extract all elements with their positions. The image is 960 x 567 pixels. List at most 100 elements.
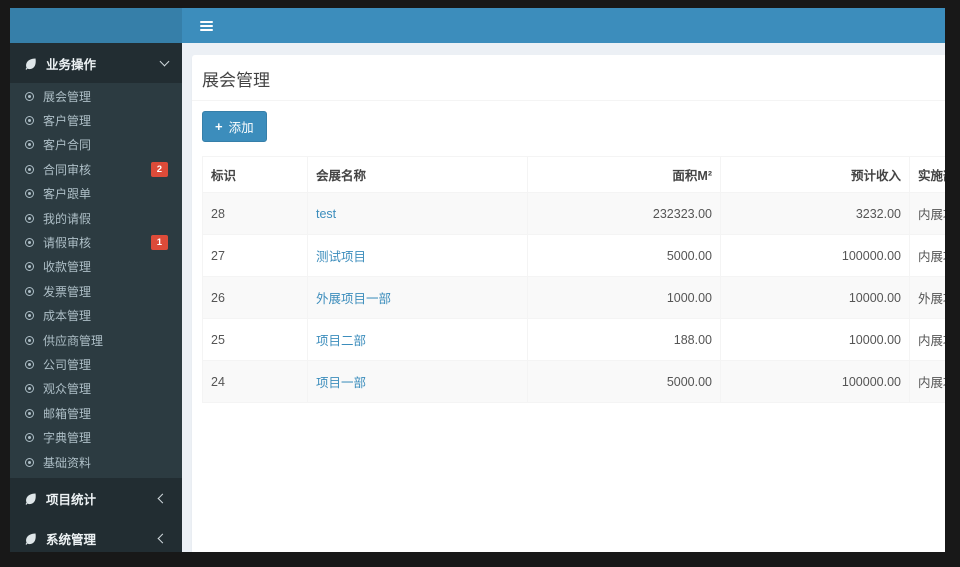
sidebar-item-label: 客户管理 xyxy=(43,114,92,129)
cell-exhibition-name: 项目二部 xyxy=(307,318,528,361)
exhibition-link[interactable]: 测试项目 xyxy=(316,250,366,264)
sidebar-item[interactable]: 请假审核 1 xyxy=(10,230,182,254)
body-row: 业务操作展会管理客户管理客户合同合同审核 2 客户跟单我的请假请假审核 1 收款管理发票… xyxy=(10,43,945,552)
card-header: 展会管理 xyxy=(192,55,945,101)
sidebar-item-label: 请假审核 xyxy=(43,236,92,251)
card-body: + 添加 标识会展名称面积M²预计收入实施部门 28 test 232323.003… xyxy=(192,101,945,413)
sidebar-item[interactable]: 供应商管理 xyxy=(10,328,182,352)
cell-income: 10000.00 xyxy=(720,276,910,319)
cell-id: 25 xyxy=(202,318,308,361)
column-header: 会展名称 xyxy=(307,156,528,193)
bullseye-icon xyxy=(25,213,34,223)
exhibition-link[interactable]: 项目一部 xyxy=(316,376,366,390)
sidebar-item-label: 客户跟单 xyxy=(43,187,92,202)
sidebar-section-header[interactable]: 项目统计 xyxy=(10,478,182,518)
bullseye-icon xyxy=(25,189,34,199)
cell-exhibition-name: 外展项目一部 xyxy=(307,276,528,319)
sidebar-item-label: 成本管理 xyxy=(43,309,92,324)
table-header: 标识会展名称面积M²预计收入实施部门 xyxy=(202,156,945,193)
sidebar-item[interactable]: 邮箱管理 xyxy=(10,401,182,425)
cell-income: 3232.00 xyxy=(720,192,910,235)
sidebar-item-label: 邮箱管理 xyxy=(43,406,92,421)
cell-id: 24 xyxy=(202,360,308,403)
sidebar-item[interactable]: 基础资料 xyxy=(10,450,182,474)
table-row: 25 项目二部 188.0010000.00内展项目 xyxy=(202,318,945,361)
column-header: 标识 xyxy=(202,156,308,193)
leaf-icon xyxy=(24,492,37,505)
sidebar-item-label: 发票管理 xyxy=(43,284,92,299)
cell-id: 26 xyxy=(202,276,308,319)
sidebar-item-label: 合同审核 xyxy=(43,162,92,177)
sidebar-item-label: 字典管理 xyxy=(43,431,92,446)
bullseye-icon xyxy=(25,457,34,467)
bullseye-icon xyxy=(25,335,34,345)
sidebar-item[interactable]: 我的请假 xyxy=(10,206,182,230)
app-window: 业务操作展会管理客户管理客户合同合同审核 2 客户跟单我的请假请假审核 1 收款管理发票… xyxy=(10,8,945,552)
leaf-icon xyxy=(24,57,37,70)
cell-department: 内展项目 xyxy=(909,234,945,277)
sidebar-item[interactable]: 合同审核 2 xyxy=(10,157,182,181)
cell-income: 100000.00 xyxy=(720,360,910,403)
sidebar-section-header[interactable]: 系统管理 xyxy=(10,518,182,552)
sidebar-item[interactable]: 客户合同 xyxy=(10,133,182,157)
bullseye-icon xyxy=(25,433,34,443)
chevron-down-icon xyxy=(159,56,170,67)
notification-badge: 1 xyxy=(150,235,168,250)
cell-area: 188.00 xyxy=(527,318,721,361)
sidebar-item[interactable]: 发票管理 xyxy=(10,279,182,303)
sidebar-item[interactable]: 成本管理 xyxy=(10,304,182,328)
table-row: 24 项目一部 5000.00100000.00内展项目 xyxy=(202,360,945,403)
chevron-left-icon xyxy=(157,533,168,544)
cell-exhibition-name: 项目一部 xyxy=(307,360,528,403)
bullseye-icon xyxy=(25,408,34,418)
logo-area[interactable] xyxy=(10,8,182,43)
sidebar-item-label: 观众管理 xyxy=(43,382,92,397)
bullseye-icon xyxy=(25,140,34,150)
sidebar-item[interactable]: 收款管理 xyxy=(10,255,182,279)
cell-area: 5000.00 xyxy=(527,360,721,403)
sidebar-item[interactable]: 公司管理 xyxy=(10,352,182,376)
cell-area: 5000.00 xyxy=(527,234,721,277)
sidebar-section-header[interactable]: 业务操作 xyxy=(10,43,182,83)
sidebar-item-label: 收款管理 xyxy=(43,260,92,275)
table-row: 28 test 232323.003232.00内展项目 xyxy=(202,192,945,235)
cell-department: 内展项目 xyxy=(909,360,945,403)
cell-id: 28 xyxy=(202,192,308,235)
sidebar-item[interactable]: 字典管理 xyxy=(10,425,182,449)
page-title: 展会管理 xyxy=(202,71,270,90)
sidebar-item-label: 展会管理 xyxy=(43,89,92,104)
exhibition-link[interactable]: test xyxy=(316,207,336,221)
sidebar: 业务操作展会管理客户管理客户合同合同审核 2 客户跟单我的请假请假审核 1 收款管理发票… xyxy=(10,43,182,552)
bullseye-icon xyxy=(25,262,34,272)
bullseye-icon xyxy=(25,91,34,101)
sidebar-submenu: 展会管理客户管理客户合同合同审核 2 客户跟单我的请假请假审核 1 收款管理发票管理成本… xyxy=(10,83,182,479)
exhibition-link[interactable]: 项目二部 xyxy=(316,334,366,348)
cell-income: 10000.00 xyxy=(720,318,910,361)
sidebar-item-label: 我的请假 xyxy=(43,211,92,226)
sidebar-nav: 业务操作展会管理客户管理客户合同合同审核 2 客户跟单我的请假请假审核 1 收款管理发票… xyxy=(10,43,182,552)
cell-department: 内展项目 xyxy=(909,192,945,235)
cell-id: 27 xyxy=(202,234,308,277)
add-button[interactable]: + 添加 xyxy=(202,111,267,142)
add-button-label: 添加 xyxy=(228,121,254,135)
sidebar-section-label: 系统管理 xyxy=(46,532,97,547)
hamburger-menu-icon[interactable] xyxy=(196,17,217,35)
navbar-main xyxy=(182,8,945,43)
sidebar-item[interactable]: 客户跟单 xyxy=(10,182,182,206)
cell-department: 内展项目 xyxy=(909,318,945,361)
bullseye-icon xyxy=(25,238,34,248)
notification-badge: 2 xyxy=(150,162,168,177)
sidebar-item[interactable]: 客户管理 xyxy=(10,108,182,132)
sidebar-item-label: 客户合同 xyxy=(43,138,92,153)
sidebar-item[interactable]: 展会管理 xyxy=(10,84,182,108)
sidebar-item[interactable]: 观众管理 xyxy=(10,377,182,401)
sidebar-section-label: 业务操作 xyxy=(46,57,97,72)
cell-exhibition-name: test xyxy=(307,192,528,235)
bullseye-icon xyxy=(25,164,34,174)
bullseye-icon xyxy=(25,384,34,394)
cell-area: 232323.00 xyxy=(527,192,721,235)
exhibition-management-card: 展会管理 + 添加 标识会展名称面积M²预计收入实施部门 28 test 23232… xyxy=(192,55,945,552)
exhibition-table: 标识会展名称面积M²预计收入实施部门 28 test 232323.003232.0… xyxy=(202,156,945,403)
column-header: 实施部门 xyxy=(909,156,945,193)
exhibition-link[interactable]: 外展项目一部 xyxy=(316,292,391,306)
